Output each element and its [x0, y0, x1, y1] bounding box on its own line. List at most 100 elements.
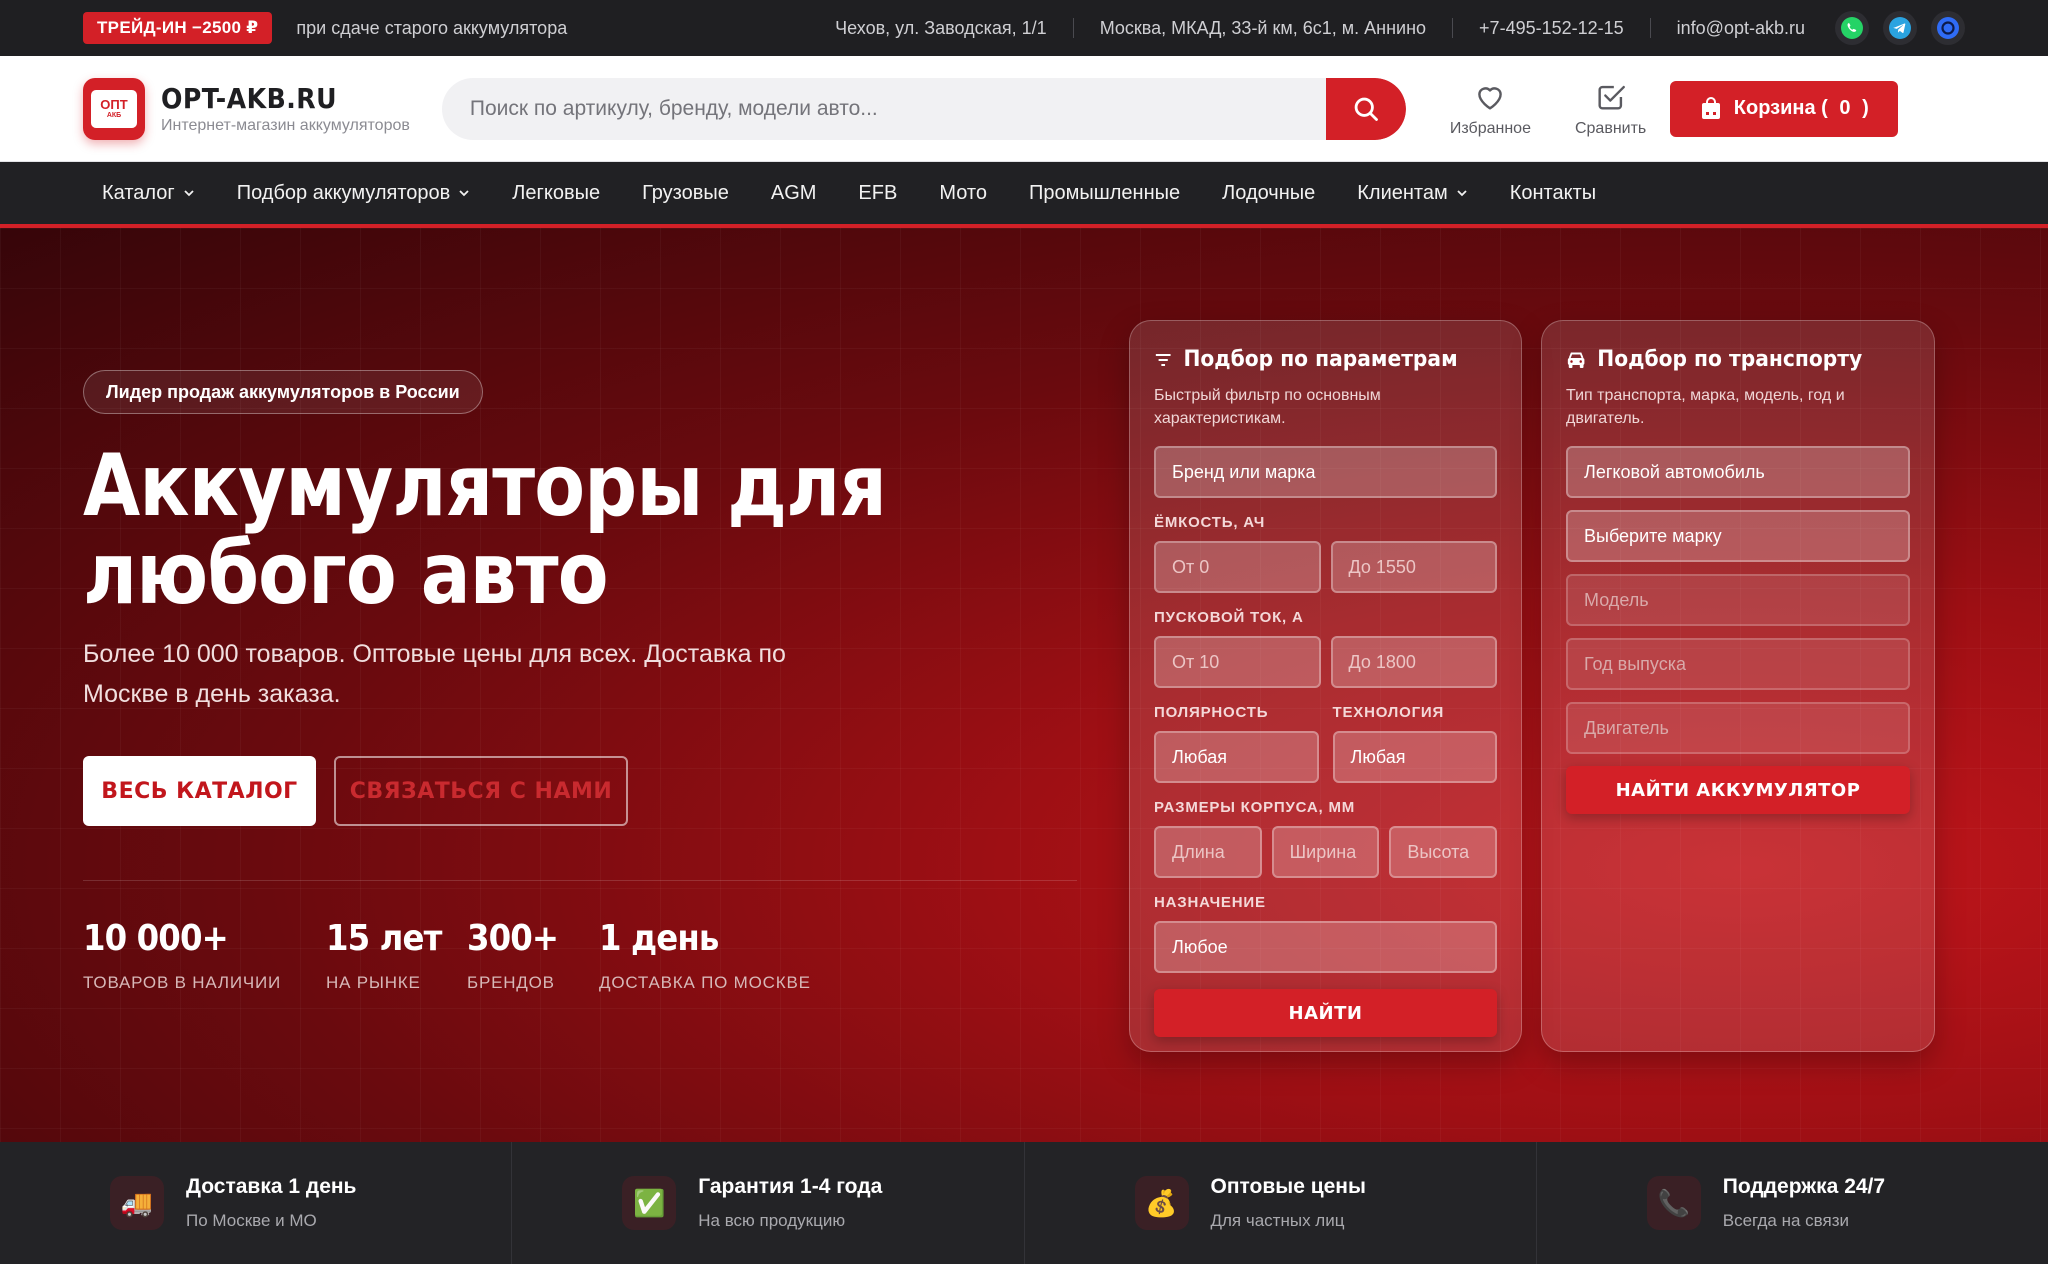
- top-bar-contacts: Чехов, ул. Заводская, 1/1 Москва, МКАД, …: [835, 11, 1965, 45]
- social-links: [1835, 11, 1965, 45]
- cart-label-close: ): [1862, 97, 1869, 119]
- cart-button[interactable]: Корзина ( 0 ): [1670, 80, 1899, 137]
- brand-field[interactable]: Бренд или марка: [1154, 446, 1497, 498]
- capacity-from-field[interactable]: От 0: [1154, 541, 1321, 593]
- nav-item[interactable]: Мото: [939, 182, 987, 205]
- contact-us-button[interactable]: СВЯЗАТЬСЯ С НАМИ: [334, 756, 628, 826]
- feature-title: Поддержка 24/7: [1722, 1175, 1886, 1198]
- favorites-button[interactable]: Избранное: [1450, 80, 1531, 138]
- size-label: РАЗМЕРЫ КОРПУСА, ММ: [1154, 799, 1356, 816]
- hero-title: Аккумуляторы для любого авто: [83, 436, 887, 624]
- address-moscow: Москва, МКАД, 33-й км, 6с1, м. Аннино: [1099, 17, 1427, 38]
- nav-item[interactable]: Каталог: [102, 182, 195, 205]
- feature-subtitle: По Москве и МО: [186, 1211, 317, 1230]
- heart-icon: [1478, 86, 1503, 110]
- check-icon: ✅: [622, 1176, 677, 1230]
- logo-title: OPT-AKB.RU: [161, 82, 338, 115]
- nav-item-label: Контакты: [1509, 181, 1597, 204]
- nav-item-label: Легковые: [512, 181, 601, 204]
- logo-mark[interactable]: ОПТ АКБ: [83, 77, 145, 140]
- feature-title: Гарантия 1-4 года: [698, 1175, 883, 1198]
- current-to-field[interactable]: До 1800: [1330, 636, 1497, 688]
- logo-text[interactable]: OPT-AKB.RU Интернет-магазин аккумуляторо…: [161, 82, 410, 135]
- nav-item-label: Подбор аккумуляторов: [236, 181, 451, 204]
- capacity-to-field[interactable]: До 1550: [1330, 541, 1497, 593]
- hero-description: Более 10 000 товаров. Оптовые цены для в…: [83, 640, 786, 708]
- width-field[interactable]: Ширина: [1271, 826, 1380, 878]
- telegram-icon[interactable]: [1883, 11, 1917, 45]
- nav-item[interactable]: Легковые: [512, 182, 600, 205]
- vehicle-brand-select[interactable]: Выберите марку: [1566, 510, 1910, 562]
- polarity-select[interactable]: Любая: [1154, 731, 1319, 783]
- trade-in-text: при сдаче старого аккумулятора: [296, 17, 568, 38]
- car-icon: [1567, 352, 1585, 368]
- logo-mark-top: ОПТ: [100, 96, 128, 112]
- phone-icon: 📞: [1646, 1176, 1701, 1230]
- logo-mark-bottom: АКБ: [106, 111, 122, 119]
- divider: [1649, 18, 1651, 38]
- stat-delivery: 1 день ДОСТАВКА ПО МОСКВЕ: [599, 918, 811, 993]
- length-field[interactable]: Длина: [1154, 826, 1262, 878]
- compare-label: Сравнить: [1574, 119, 1647, 137]
- stat-value: 300+: [467, 918, 559, 959]
- nav-item[interactable]: Подбор аккумуляторов: [237, 182, 471, 205]
- all-catalog-button[interactable]: ВЕСЬ КАТАЛОГ: [83, 756, 316, 826]
- nav-item[interactable]: AGM: [771, 182, 817, 205]
- height-field[interactable]: Высота: [1389, 826, 1498, 878]
- params-filter-panel: Подбор по параметрам Быстрый фильтр по о…: [1129, 320, 1522, 1052]
- find-battery-button[interactable]: НАЙТИ АККУМУЛЯТОР: [1566, 766, 1910, 814]
- phone-link[interactable]: +7-495-152-12-15: [1479, 18, 1624, 39]
- vehicle-engine-select[interactable]: Двигатель: [1566, 702, 1910, 754]
- current-from-field[interactable]: От 10: [1154, 636, 1321, 688]
- nav-item[interactable]: Клиентам: [1357, 182, 1467, 205]
- divider: [1072, 18, 1074, 38]
- vehicle-model-select[interactable]: Модель: [1566, 574, 1910, 626]
- nav-item[interactable]: Лодочные: [1222, 182, 1315, 205]
- email-link[interactable]: info@opt-akb.ru: [1677, 18, 1805, 39]
- nav-item[interactable]: EFB: [858, 182, 897, 205]
- vehicle-title-text: Подбор по транспорту: [1597, 347, 1863, 372]
- nav-item-label: Грузовые: [642, 181, 729, 204]
- favorites-label: Избранное: [1449, 119, 1531, 137]
- whatsapp-icon[interactable]: [1835, 11, 1869, 45]
- stat-label: ТОВАРОВ В НАЛИЧИИ: [83, 973, 282, 992]
- nav-item-label: Клиентам: [1357, 181, 1448, 204]
- compare-button[interactable]: Сравнить: [1575, 80, 1646, 138]
- search-bar: [441, 77, 1406, 140]
- filter-icon: [1155, 353, 1171, 366]
- feature-subtitle: Для частных лиц: [1210, 1211, 1345, 1230]
- logo-subtitle: Интернет-магазин аккумуляторов: [161, 117, 410, 134]
- feature-prices: 💰 Оптовые цены Для частных лиц: [1025, 1142, 1537, 1264]
- money-bag-icon: 💰: [1134, 1176, 1189, 1230]
- chevron-down-icon: [184, 190, 194, 197]
- nav-item-label: AGM: [770, 181, 817, 204]
- nav-item[interactable]: Контакты: [1510, 182, 1596, 205]
- chevron-down-icon: [1457, 190, 1467, 197]
- cart-bag-icon: [1701, 96, 1720, 119]
- trade-in-badge[interactable]: ТРЕЙД-ИН −2500 ₽: [83, 12, 273, 44]
- divider: [1452, 18, 1454, 38]
- technology-label: ТЕХНОЛОГИЯ: [1332, 704, 1445, 721]
- truck-icon: 🚚: [110, 1176, 164, 1230]
- params-panel-title: Подбор по параметрам: [1154, 347, 1470, 372]
- nav-item-label: EFB: [858, 181, 898, 204]
- technology-select[interactable]: Любая: [1332, 731, 1497, 783]
- vehicle-filter-panel: Подбор по транспорту Тип транспорта, мар…: [1541, 320, 1935, 1052]
- max-messenger-icon[interactable]: [1931, 11, 1965, 45]
- nav-item[interactable]: Промышленные: [1029, 182, 1180, 205]
- search-input[interactable]: [441, 96, 1302, 121]
- params-find-button[interactable]: НАЙТИ: [1154, 989, 1497, 1037]
- nav-item[interactable]: Грузовые: [642, 182, 729, 205]
- site-header: ОПТ АКБ OPT-AKB.RU Интернет-магазин акку…: [0, 56, 2048, 162]
- vehicle-type-select[interactable]: Легковой автомобиль: [1566, 446, 1910, 498]
- purpose-select[interactable]: Любое: [1154, 921, 1497, 973]
- nav-item-label: Каталог: [102, 181, 175, 204]
- feature-subtitle: Всегда на связи: [1722, 1211, 1849, 1230]
- current-label: ПУСКОВОЙ ТОК, А: [1154, 609, 1304, 626]
- stat-label: НА РЫНКЕ: [326, 973, 421, 992]
- feature-subtitle: На всю продукцию: [698, 1211, 846, 1230]
- feature-warranty: ✅ Гарантия 1-4 года На всю продукцию: [512, 1142, 1025, 1264]
- vehicle-year-select[interactable]: Год выпуска: [1566, 638, 1910, 690]
- search-button[interactable]: [1325, 77, 1406, 140]
- hero-divider: [83, 880, 1077, 881]
